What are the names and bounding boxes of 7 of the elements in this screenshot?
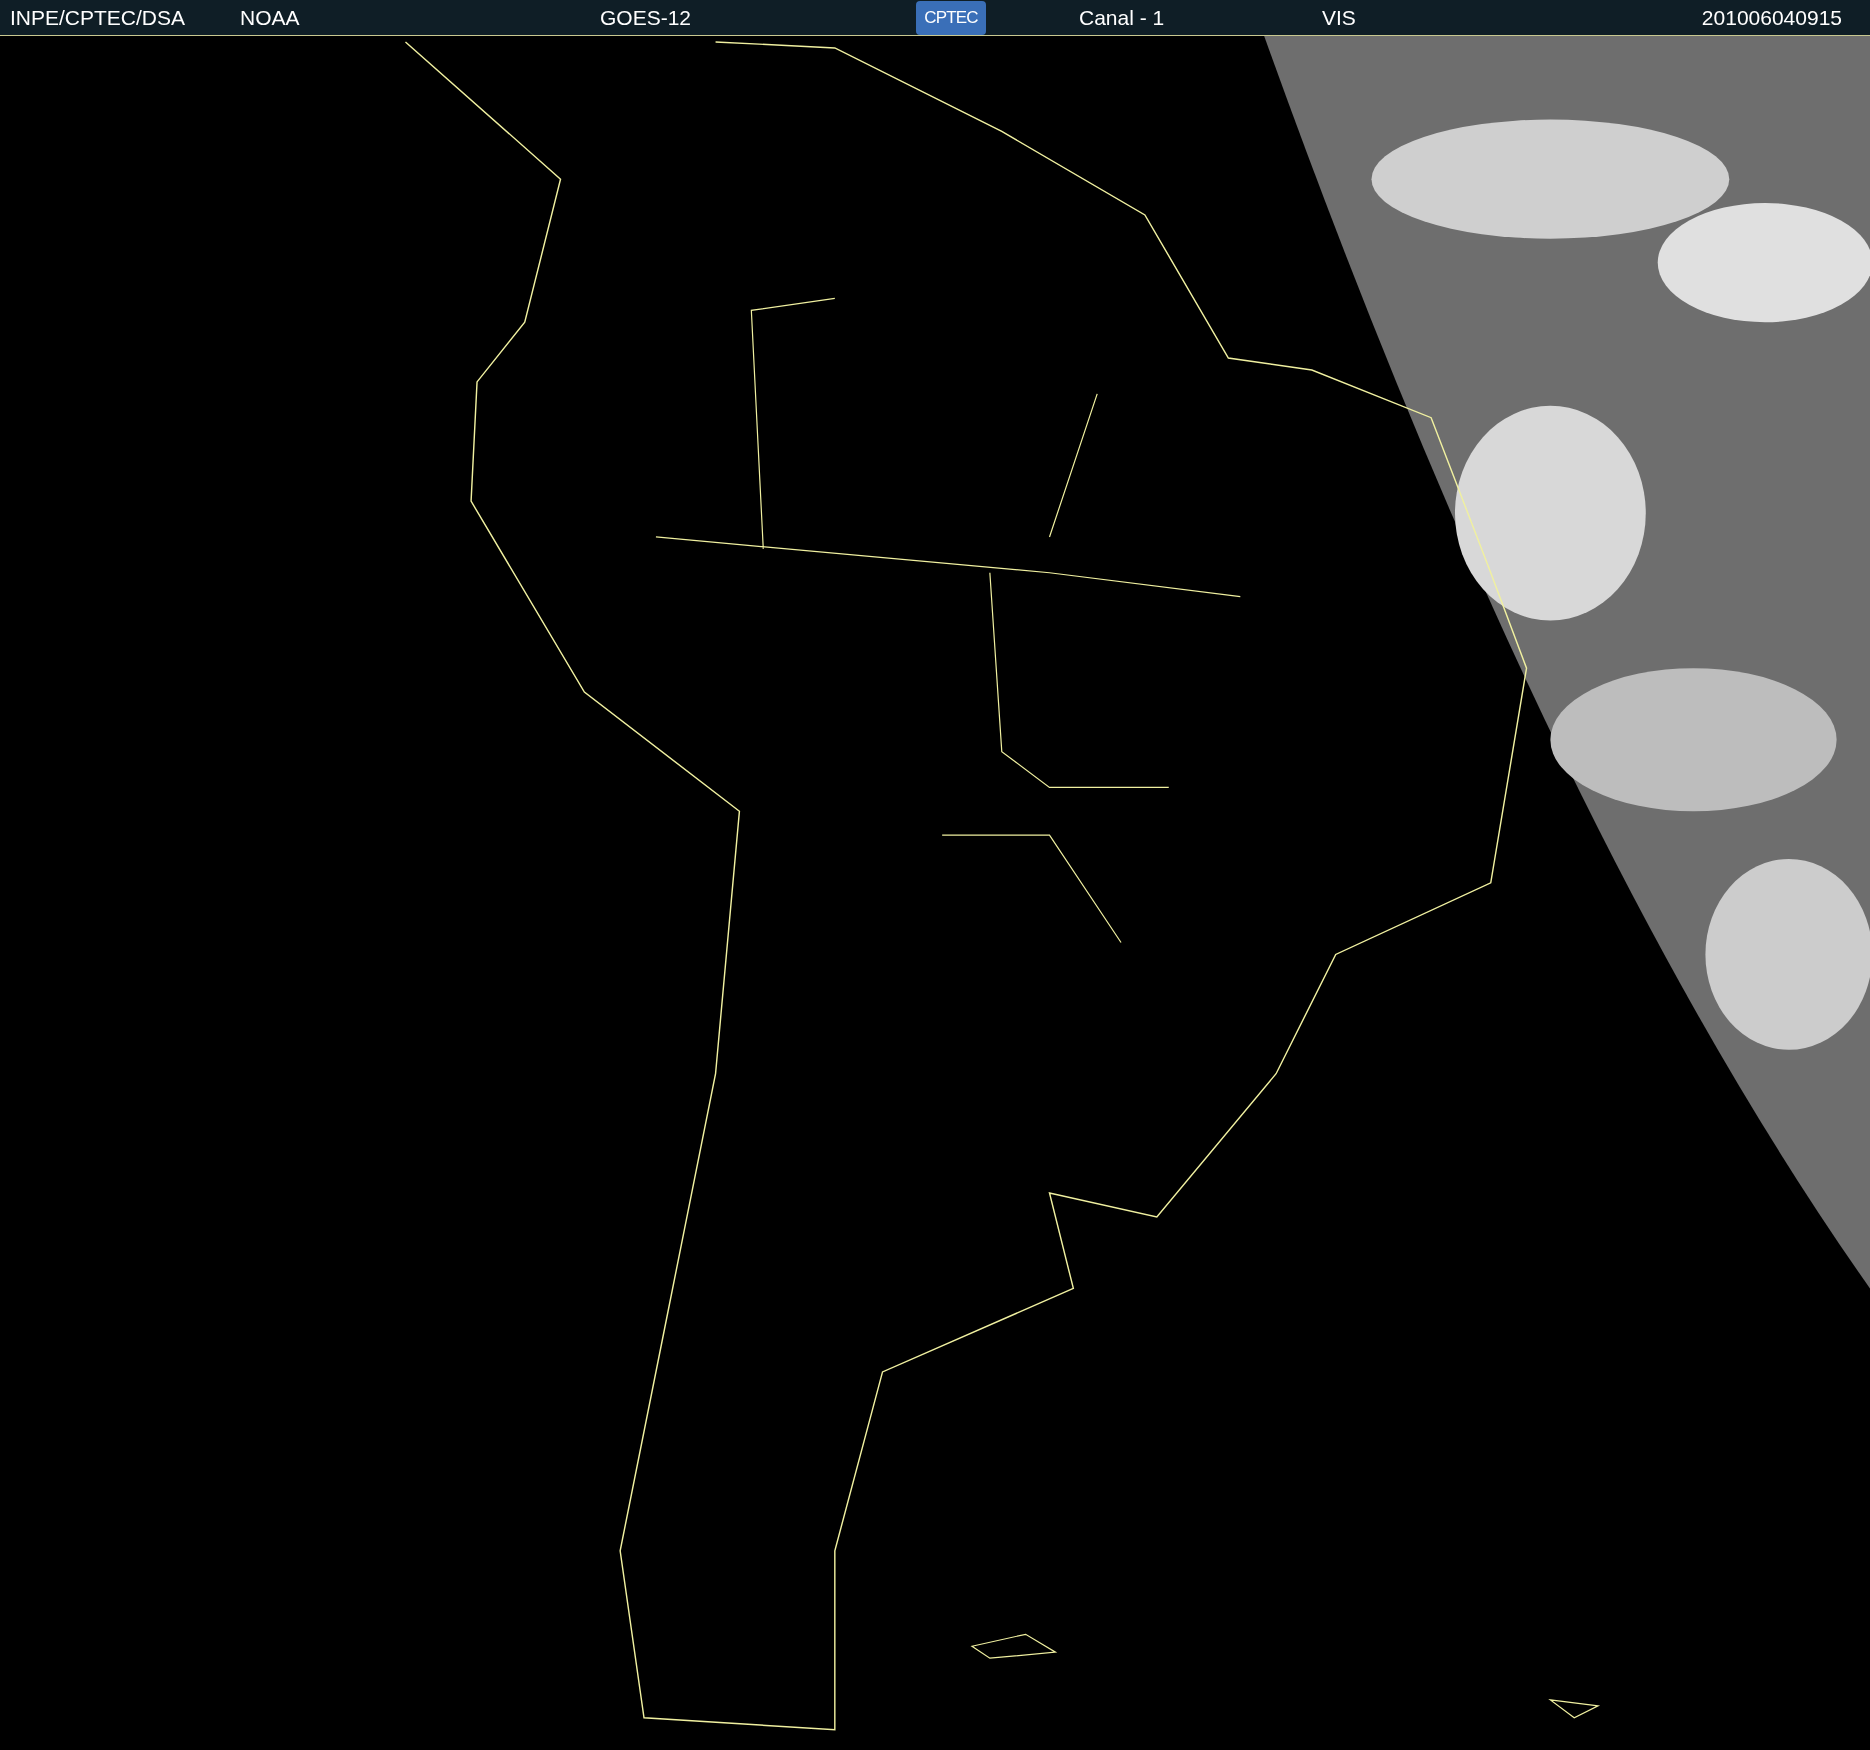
- timestamp-label: 201006040915: [1701, 5, 1842, 29]
- channel-label: Canal - 1: [1079, 5, 1165, 29]
- band-label: VIS: [1322, 5, 1356, 29]
- agency-label: NOAA: [240, 5, 300, 29]
- source-label: INPE/CPTEC/DSA: [10, 5, 186, 29]
- satellite-label: GOES-12: [600, 5, 692, 29]
- logo: CPTEC: [916, 0, 986, 35]
